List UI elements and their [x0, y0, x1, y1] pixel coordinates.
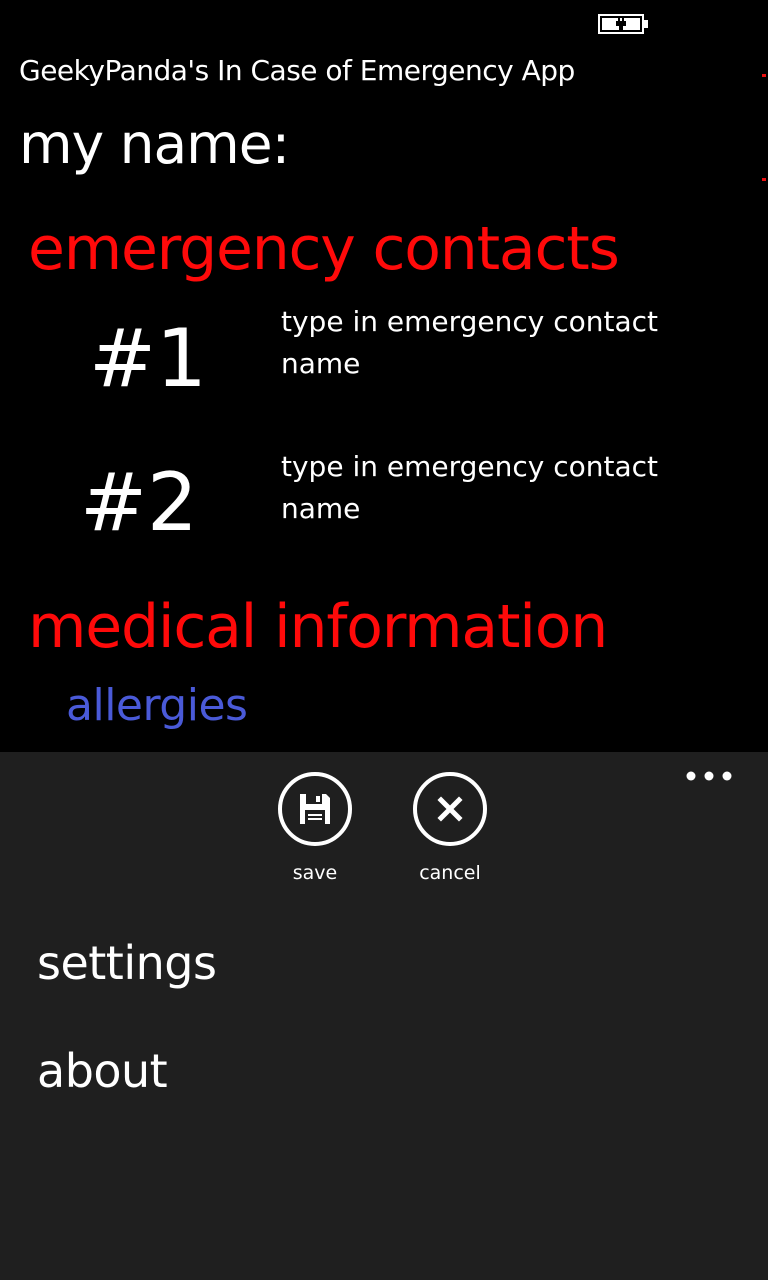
my-name-label[interactable]: my name: — [19, 112, 290, 176]
battery-charging-icon — [598, 14, 648, 34]
allergies-link[interactable]: allergies — [66, 680, 248, 731]
save-button-circle — [278, 772, 352, 846]
medical-information-title: medical information — [28, 592, 608, 662]
app-title: GeekyPanda's In Case of Emergency App — [19, 54, 575, 87]
right-edge-accent — [762, 178, 766, 181]
save-button[interactable]: save — [255, 772, 375, 892]
cancel-button[interactable]: cancel — [390, 772, 510, 892]
ellipsis-icon[interactable] — [684, 768, 734, 784]
right-edge-accent — [762, 74, 766, 77]
menu-item-about[interactable]: about — [37, 1044, 168, 1098]
status-bar — [0, 0, 768, 48]
contact-2-name-input[interactable]: type in emergency contact name — [281, 446, 721, 530]
emergency-contacts-title: emergency contacts — [28, 214, 620, 284]
save-label: save — [292, 862, 338, 884]
cancel-button-circle — [413, 772, 487, 846]
cancel-label: cancel — [419, 862, 481, 884]
contact-1-name-input[interactable]: type in emergency contact name — [281, 301, 721, 385]
contact-1-number: #1 — [89, 312, 207, 405]
save-icon — [300, 794, 330, 824]
application-bar: save cancel settings about — [0, 752, 768, 1280]
contact-2-number: #2 — [80, 456, 198, 549]
menu-item-settings[interactable]: settings — [37, 936, 217, 990]
cancel-icon — [437, 796, 463, 822]
